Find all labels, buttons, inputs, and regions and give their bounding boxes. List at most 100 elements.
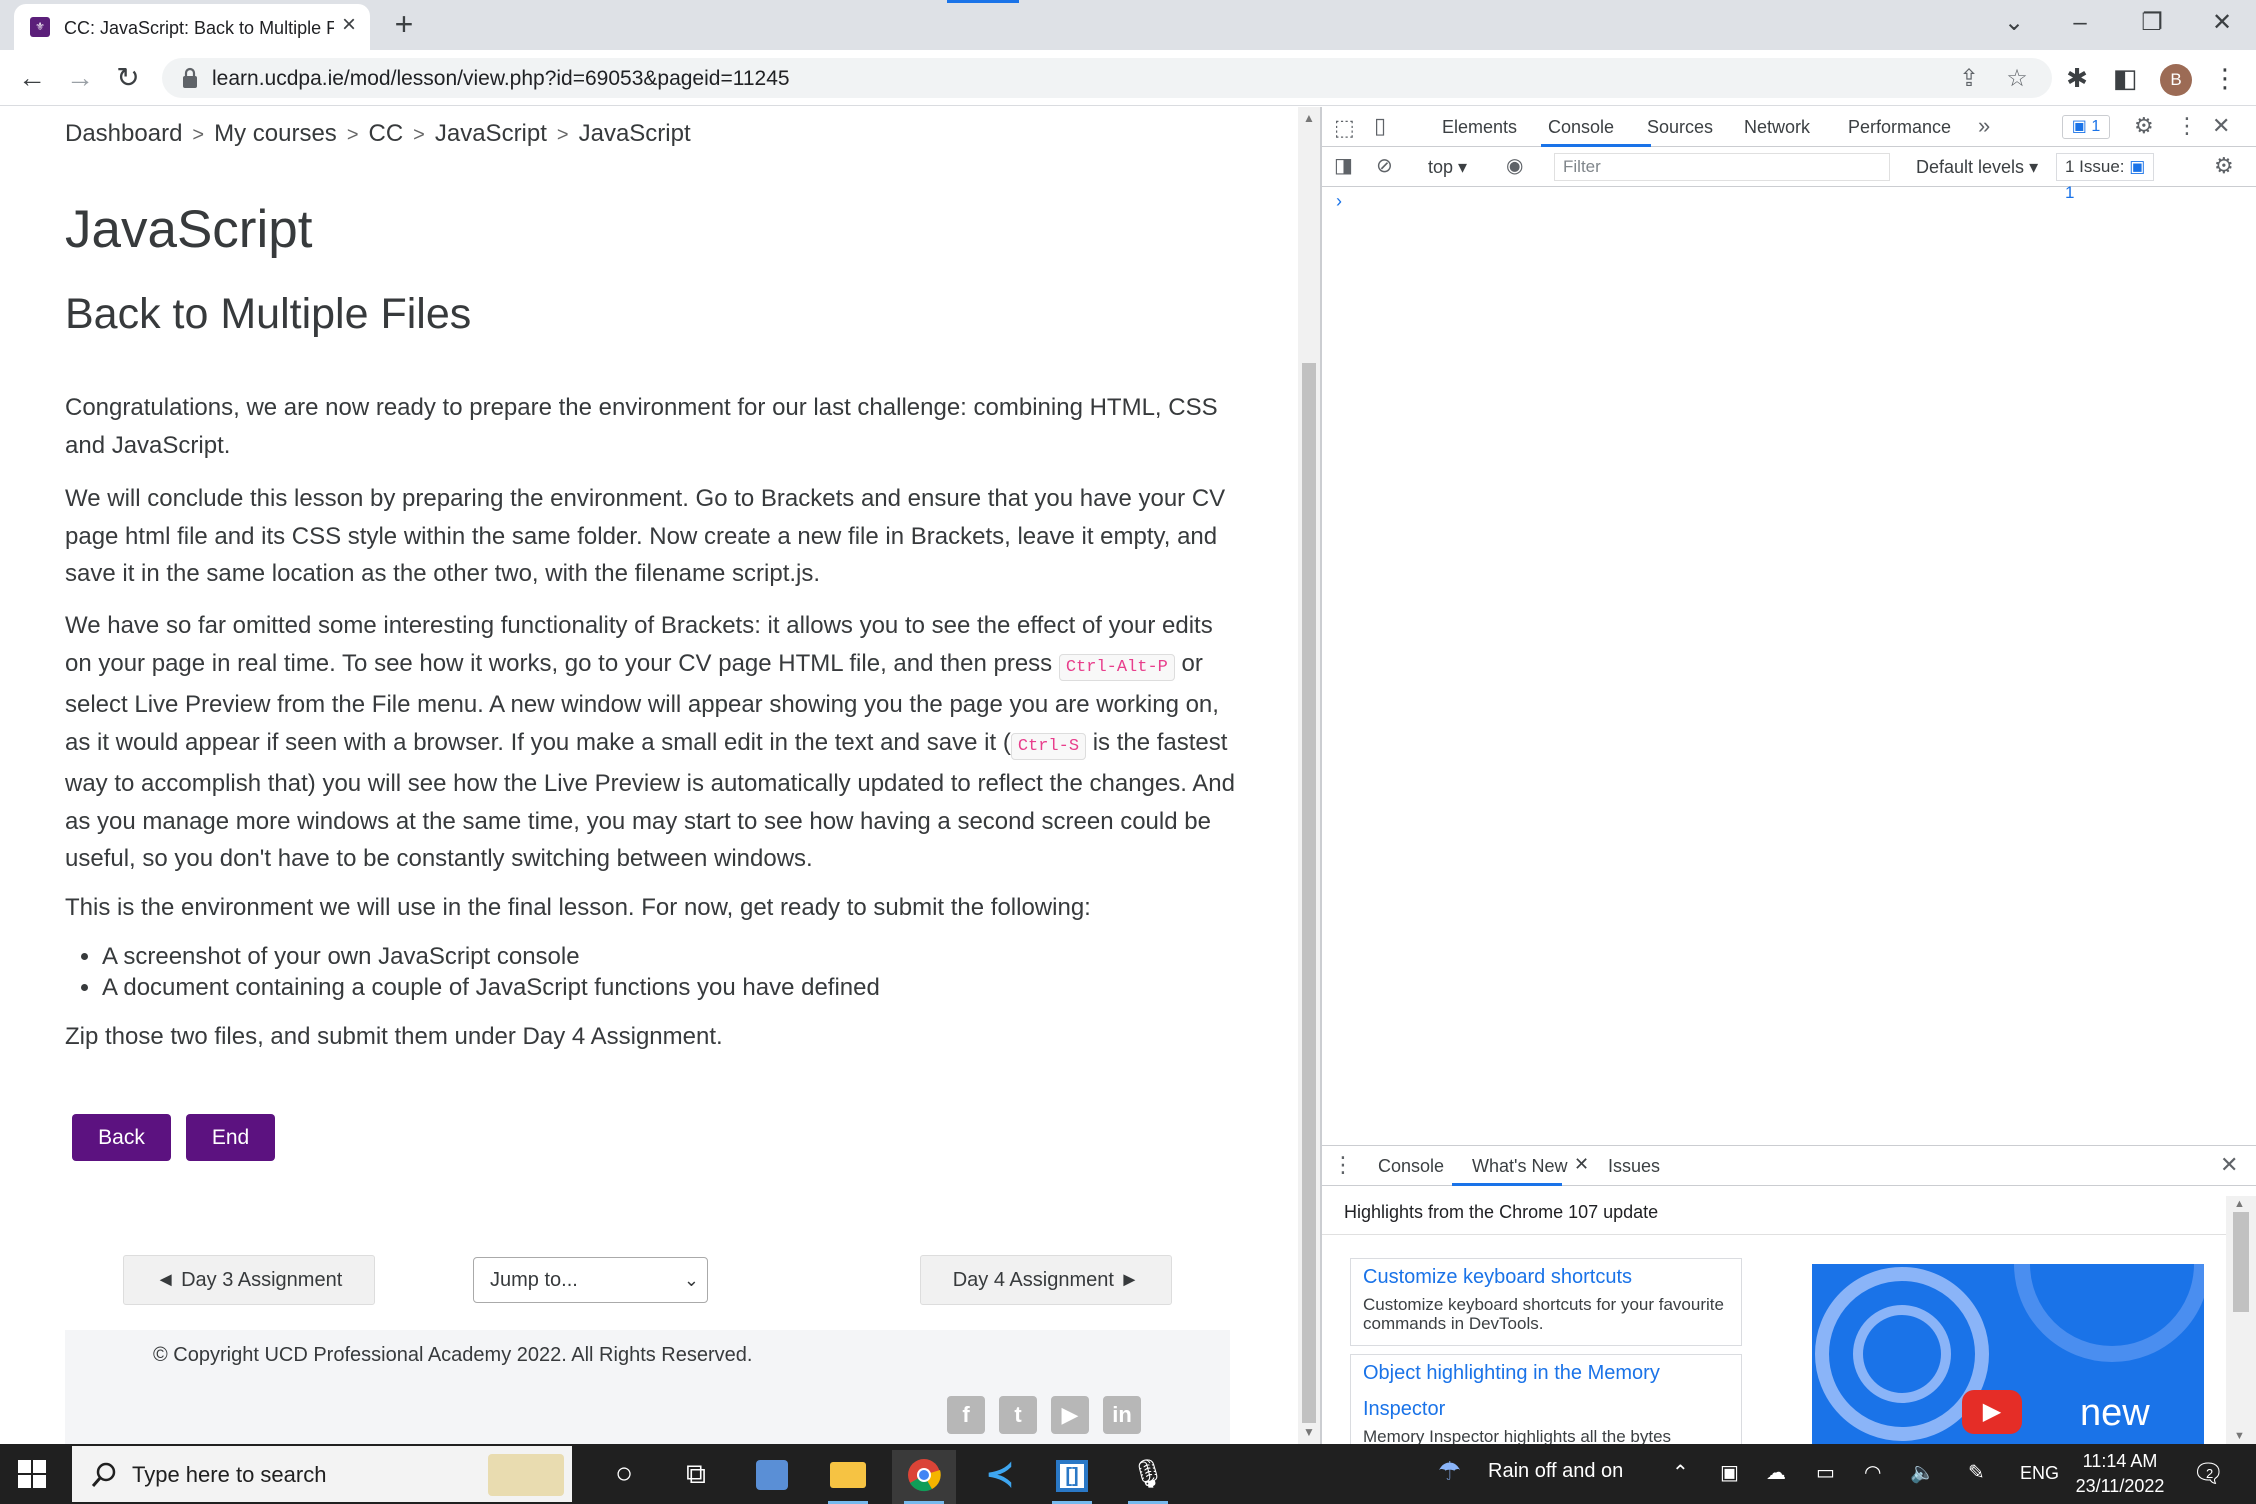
wifi-icon[interactable]: ◠ (1864, 1460, 1881, 1485)
page-scroll-thumb[interactable] (1302, 363, 1316, 1423)
breadcrumb-javascript-lesson[interactable]: JavaScript (579, 120, 691, 147)
twitter-icon[interactable]: t (999, 1396, 1037, 1434)
browser-toolbar: ← → ↻ learn.ucdpa.ie/mod/lesson/view.php… (0, 50, 2256, 106)
extensions-puzzle-icon[interactable]: ✱ (2060, 61, 2094, 95)
breadcrumb-cc[interactable]: CC (369, 120, 404, 147)
filter-input[interactable]: Filter (1554, 153, 1890, 181)
log-levels-select[interactable]: Default levels ▾ (1916, 157, 2038, 178)
chevron-down-icon: ⌄ (683, 1270, 699, 1290)
devtools-menu-icon[interactable]: ⋮ (2176, 113, 2198, 139)
issues-counter[interactable]: 1 Issue: ▣ 1 (2056, 153, 2154, 202)
system-clock[interactable]: 11:14 AM 23/11/2022 (2058, 1449, 2182, 1499)
drawer-scrollbar[interactable]: ▲ ▼ (2226, 1196, 2256, 1445)
scroll-up-icon[interactable]: ▲ (1303, 111, 1315, 125)
breadcrumb-dashboard[interactable]: Dashboard (65, 120, 182, 147)
input-language[interactable]: ENG (2020, 1463, 2059, 1484)
tab-console[interactable]: Console (1548, 117, 1614, 138)
close-drawer-icon[interactable]: ✕ (2220, 1152, 2238, 1178)
breadcrumb-my-courses[interactable]: My courses (214, 120, 337, 147)
feature-card-title[interactable]: Object highlighting in the Memory Inspec… (1351, 1355, 1741, 1427)
cortana-icon[interactable]: ○ (592, 1450, 656, 1504)
facebook-icon[interactable]: f (947, 1396, 985, 1434)
task-view-icon[interactable]: ⧉ (664, 1450, 728, 1504)
feature-card[interactable]: Object highlighting in the Memory Inspec… (1350, 1354, 1742, 1445)
battery-icon[interactable]: ▭ (1816, 1460, 1835, 1485)
drawer-tab-whats-new[interactable]: What's New (1472, 1156, 1567, 1177)
feature-card[interactable]: Customize keyboard shortcuts Customize k… (1350, 1258, 1742, 1346)
tab-close-icon[interactable]: × (336, 12, 362, 38)
tab-elements[interactable]: Elements (1442, 117, 1517, 138)
browser-tab[interactable]: ⚜ CC: JavaScript: Back to Multiple F × (14, 4, 370, 50)
side-panel-icon[interactable]: ◧ (2108, 61, 2142, 95)
scroll-up-icon[interactable]: ▲ (2234, 1198, 2245, 1210)
close-devtools-icon[interactable]: ✕ (2212, 113, 2230, 139)
drawer-scroll-thumb[interactable] (2233, 1212, 2249, 1312)
prev-activity-link[interactable]: ◄ Day 3 Assignment (123, 1255, 375, 1305)
settings-gear-icon[interactable]: ⚙ (2134, 113, 2154, 139)
onedrive-cloud-icon[interactable]: ☁ (1766, 1460, 1786, 1485)
issues-badge[interactable]: ▣ 1 (2062, 115, 2110, 139)
profile-avatar[interactable]: B (2160, 64, 2192, 96)
address-bar[interactable]: learn.ucdpa.ie/mod/lesson/view.php?id=69… (162, 58, 2052, 98)
whats-new-video-thumbnail[interactable]: ▶ new (1812, 1264, 2204, 1445)
pen-icon[interactable]: ✎ (1968, 1460, 1985, 1485)
bookmark-star-icon[interactable]: ☆ (2002, 64, 2032, 94)
drawer-menu-icon[interactable]: ⋮ (1332, 1152, 1354, 1178)
tab-sources[interactable]: Sources (1647, 117, 1713, 138)
show-hidden-icons[interactable]: ⌃ (1672, 1460, 1689, 1485)
taskbar-app-snip[interactable] (740, 1450, 804, 1504)
minimize-button[interactable]: – (2060, 6, 2100, 40)
tab-performance[interactable]: Performance (1848, 117, 1951, 138)
microphone-icon[interactable]: 🎙 (1116, 1450, 1180, 1504)
back-button[interactable]: Back (72, 1114, 171, 1161)
new-tab-button[interactable]: + (388, 8, 420, 40)
taskbar-app-chrome[interactable] (892, 1450, 956, 1504)
notifications-icon[interactable]: 🗨 2 (2192, 1458, 2225, 1489)
next-activity-link[interactable]: Day 4 Assignment ► (920, 1255, 1172, 1305)
device-toolbar-icon[interactable]: ▯ (1374, 113, 1386, 139)
taskbar-app-brackets[interactable]: [] (1040, 1450, 1104, 1504)
windows-start-icon[interactable] (18, 1460, 46, 1488)
restore-button[interactable]: ❐ (2132, 6, 2172, 40)
end-button[interactable]: End (186, 1114, 275, 1161)
close-window-button[interactable]: ✕ (2202, 6, 2242, 40)
clear-console-icon[interactable]: ⊘ (1376, 153, 1393, 178)
vscode-icon[interactable]: ≺ (968, 1450, 1032, 1504)
jump-to-select[interactable]: Jump to... ⌄ (473, 1257, 708, 1303)
eye-icon[interactable]: ◉ (1506, 153, 1523, 178)
share-icon[interactable]: ⇪ (1954, 64, 1984, 94)
more-tabs-icon[interactable]: » (1978, 113, 1990, 139)
youtube-play-icon[interactable]: ▶ (1962, 1390, 2022, 1434)
chrome-menu-icon[interactable]: ⋮ (2208, 61, 2242, 95)
youtube-icon[interactable]: ▶ (1051, 1396, 1089, 1434)
tab-search-icon[interactable]: ⌄ (1994, 6, 2034, 40)
back-arrow-icon[interactable]: ← (14, 60, 50, 96)
scroll-down-icon[interactable]: ▼ (1303, 1425, 1315, 1439)
console-prompt-icon[interactable]: › (1336, 191, 1342, 212)
close-whats-new-icon[interactable]: ✕ (1574, 1154, 1589, 1175)
reload-icon[interactable]: ↻ (110, 60, 146, 96)
weather-icon[interactable]: ☂ (1438, 1456, 1461, 1487)
drawer-tab-issues[interactable]: Issues (1608, 1156, 1660, 1177)
clock-time: 11:14 AM (2082, 1451, 2158, 1471)
taskbar-search-box[interactable]: Type here to search (72, 1446, 572, 1502)
drawer-tab-console[interactable]: Console (1378, 1156, 1444, 1177)
volume-icon[interactable]: 🔈 (1910, 1460, 1935, 1485)
live-preview-text-a: We have so far omitted some interesting … (65, 612, 1213, 677)
feature-card-title[interactable]: Customize keyboard shortcuts (1351, 1259, 1741, 1295)
sidebar-toggle-icon[interactable]: ◨ (1334, 153, 1353, 178)
tab-network[interactable]: Network (1744, 117, 1810, 138)
linkedin-icon[interactable]: in (1103, 1396, 1141, 1434)
taskbar-app-file-explorer[interactable] (816, 1450, 880, 1504)
breadcrumb-javascript-course[interactable]: JavaScript (435, 120, 547, 147)
url-text: learn.ucdpa.ie/mod/lesson/view.php?id=69… (212, 67, 790, 90)
weather-text[interactable]: Rain off and on (1488, 1460, 1623, 1483)
breadcrumb-separator-icon: > (556, 124, 569, 146)
console-settings-icon[interactable]: ⚙ (2214, 153, 2234, 179)
scroll-down-icon[interactable]: ▼ (2234, 1430, 2245, 1442)
forward-arrow-icon[interactable]: → (62, 60, 98, 96)
meet-now-icon[interactable]: ▣ (1720, 1460, 1739, 1485)
page-scrollbar[interactable]: ▲ ▼ (1298, 107, 1320, 1444)
context-select[interactable]: top ▾ (1428, 157, 1467, 178)
inspect-element-icon[interactable]: ⬚ (1334, 115, 1355, 141)
